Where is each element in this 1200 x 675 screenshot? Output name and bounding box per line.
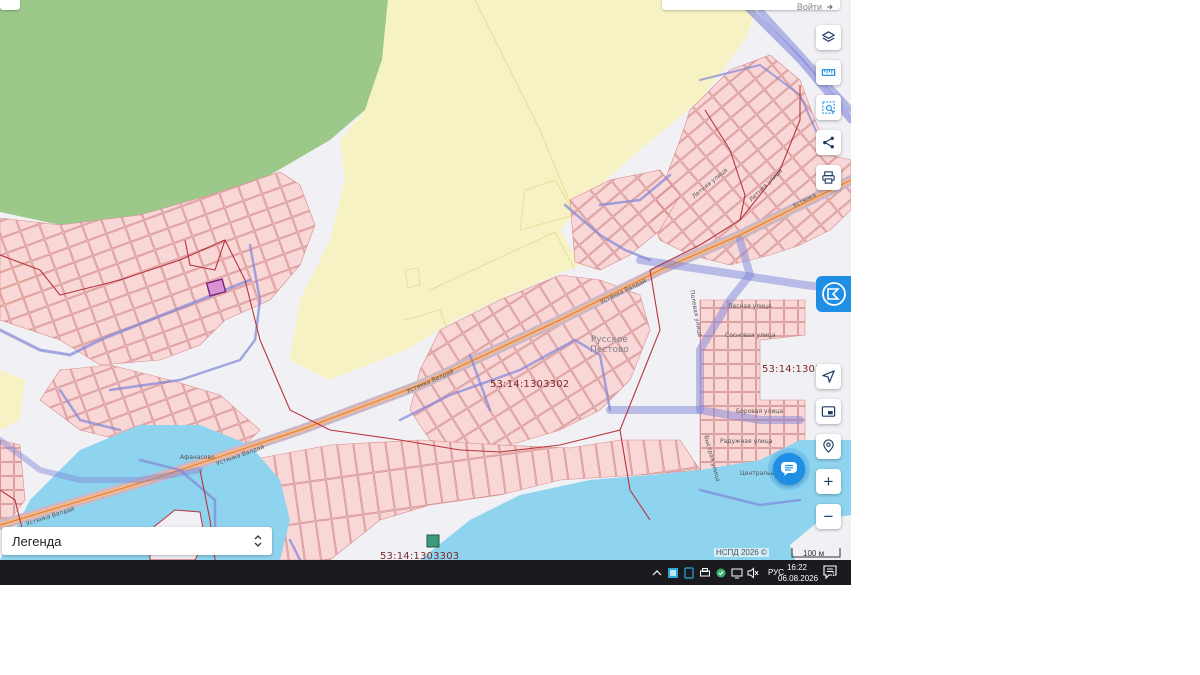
picture-in-picture-icon [821, 406, 836, 417]
navigation-button[interactable] [816, 364, 841, 389]
side-panel-toggle[interactable] [816, 276, 851, 312]
navigation-arrow-icon [822, 370, 835, 383]
layers-button[interactable] [816, 25, 841, 50]
monitor-icon[interactable] [730, 566, 744, 580]
plus-icon: + [823, 472, 834, 491]
geolocation-button[interactable] [816, 434, 841, 459]
minus-icon: − [823, 507, 834, 526]
cadastre-logo-icon [821, 282, 846, 306]
volume-muted-icon[interactable] [746, 566, 760, 580]
layers-icon [821, 31, 836, 42]
map-canvas[interactable] [0, 0, 851, 560]
login-label: Войти [796, 2, 822, 11]
map-attribution: НСПД 2026 © [714, 548, 769, 557]
notification-count: 1 [832, 572, 836, 578]
ruler-button[interactable] [816, 60, 841, 85]
chat-button-inner [773, 453, 805, 485]
zoom-in-button[interactable]: + [816, 469, 841, 494]
agricultural-area-left-2 [0, 370, 25, 430]
share-icon [823, 136, 834, 149]
street-label-borovaya: Боровая улица [736, 408, 784, 415]
geolocation-icon [823, 439, 834, 453]
legend-label: Легенда [12, 533, 62, 549]
chat-button[interactable] [768, 448, 810, 490]
place-label-afanasevo: Афанасово [180, 454, 215, 461]
printer-tray-icon[interactable] [698, 566, 712, 580]
share-button[interactable] [816, 130, 841, 155]
tablet-icon[interactable] [682, 566, 696, 580]
print-icon [822, 171, 835, 184]
area-select-button[interactable] [816, 95, 841, 120]
forest-area [0, 0, 388, 225]
legend-dropdown[interactable]: Легенда [2, 527, 272, 555]
chat-icon [781, 462, 797, 476]
system-tray: РУС [650, 560, 784, 585]
area-select-icon [822, 101, 835, 114]
street-label-lesnaya: Лесная улица [728, 303, 772, 310]
top-left-tab[interactable] [0, 0, 20, 10]
place-label: Русское Пестово [590, 335, 629, 355]
security-icon[interactable] [714, 566, 728, 580]
scale-label: 100 м [803, 549, 825, 558]
print-button[interactable] [816, 165, 841, 190]
cadastral-label-block-303: 53:14:1303303 [380, 551, 460, 560]
street-label-raduzhnaya: Радужная улица [720, 438, 773, 445]
chevron-up-down-icon [254, 535, 262, 547]
cadastral-label-block-302: 53:14:1303302 [490, 379, 570, 390]
windows-taskbar: РУС 16:22 06.08.2026 1 [0, 560, 851, 585]
app-tray-icon[interactable] [666, 566, 680, 580]
taskbar-clock[interactable]: 16:22 06.08.2026 [778, 562, 819, 584]
clock-date: 06.08.2026 [778, 574, 819, 583]
login-tab[interactable]: Войти [662, 0, 840, 10]
notification-icon [823, 565, 837, 580]
map-viewport[interactable]: 53:14:1303302 53:14:130330 53:14:1303303… [0, 0, 851, 560]
notification-center-button[interactable]: 1 [822, 564, 840, 581]
chevron-up-icon[interactable] [650, 567, 664, 579]
login-icon [827, 4, 833, 10]
minimap-button[interactable] [816, 399, 841, 424]
zoom-out-button[interactable]: − [816, 504, 841, 529]
ruler-icon [821, 69, 836, 76]
street-label-sosnovaya: Сосновая улица [725, 332, 776, 339]
clock-time: 16:22 [786, 563, 808, 572]
map-marker-square [426, 534, 440, 548]
